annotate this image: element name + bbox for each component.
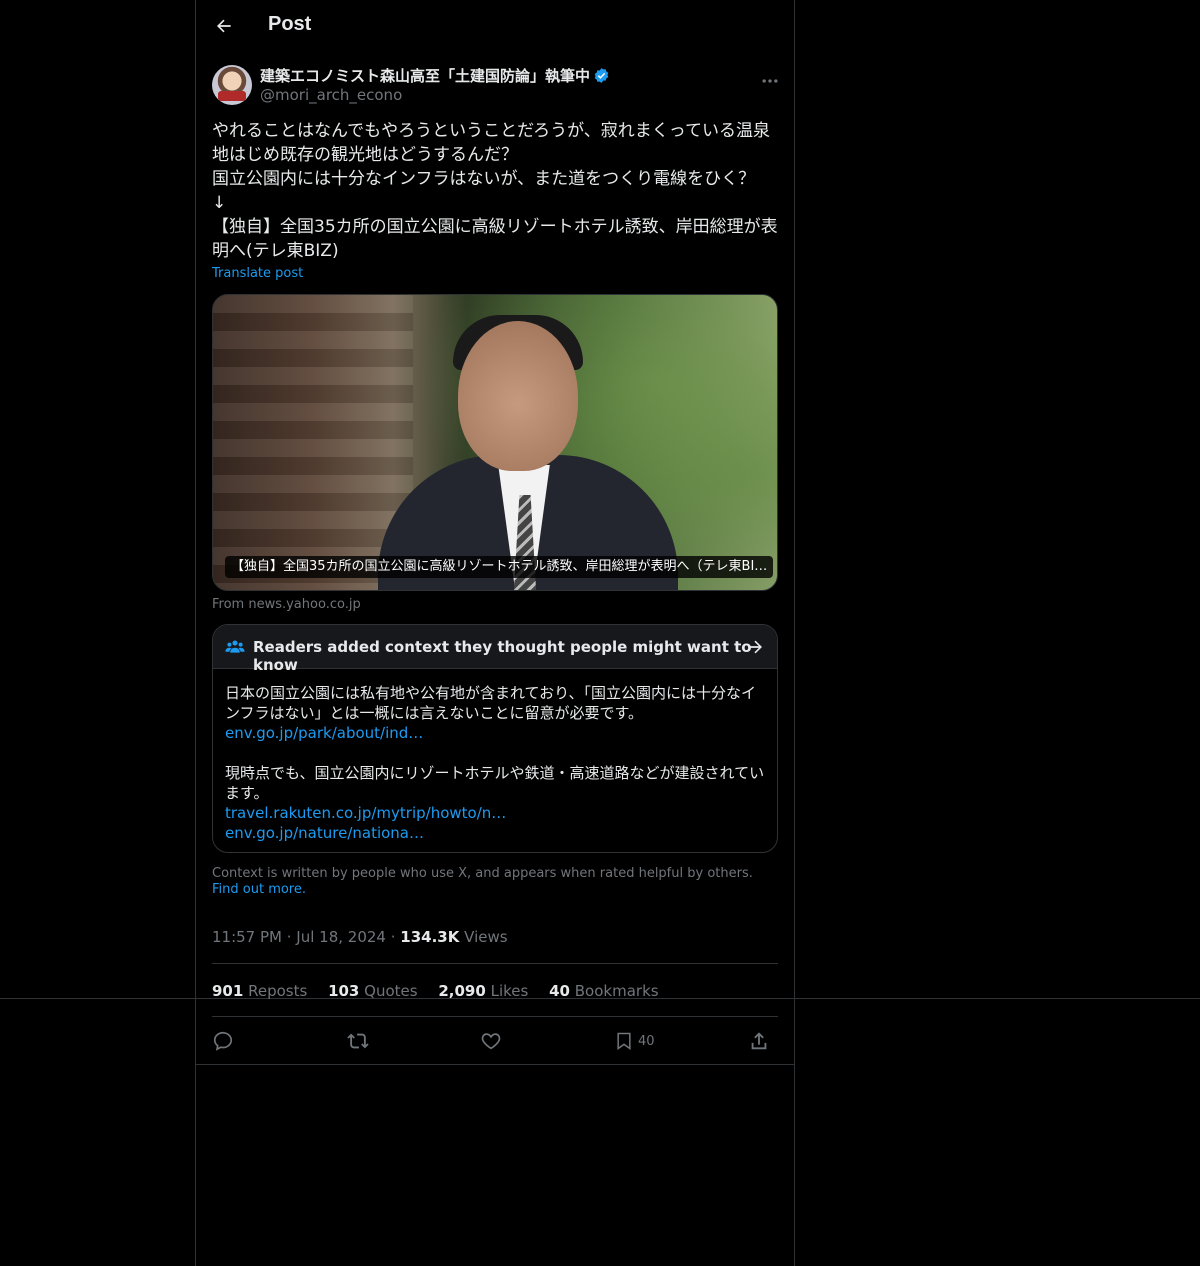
post-header: Post [196,0,794,53]
like-icon [481,1033,501,1050]
note-link[interactable]: travel.rakuten.co.jp/mytrip/howto/n… [225,803,767,823]
action-bar: 40 [212,1027,778,1055]
views-count: 134.3K [400,928,460,946]
context-footer: Context is written by people who use X, … [212,866,778,898]
share-icon [751,1032,767,1050]
note-paragraph: 日本の国立公園には私有地や公有地が含まれており、「国立公園内には十分なインフラは… [225,684,757,722]
share-button[interactable] [748,1027,778,1055]
avatar[interactable] [212,65,252,105]
community-notes-icon [225,640,245,653]
find-out-more-link[interactable]: Find out more. [212,882,306,897]
link-card-caption: 【独自】全国35カ所の国立公園に高級リゾートホテル誘致、岸田総理が表明へ（テレ東… [225,556,774,578]
reply-button[interactable] [212,1027,242,1055]
verified-badge-icon[interactable] [593,67,610,84]
community-note-body: 日本の国立公園には私有地や公有地が含まれており、「国立公園内には十分なインフラは… [225,683,767,843]
repost-button[interactable] [346,1027,376,1055]
likes-stat[interactable]: 2,090 Likes [438,982,528,1000]
views-label: Views [464,928,508,946]
community-note-title: Readers added context they thought peopl… [253,638,752,674]
note-link[interactable]: env.go.jp/nature/nationa… [225,823,767,843]
bookmark-button[interactable]: 40 [614,1027,664,1055]
author-handle[interactable]: @mori_arch_econo [260,86,402,104]
community-note-header[interactable]: Readers added context they thought peopl… [213,625,777,674]
bookmark-icon [617,1032,631,1050]
divider [212,963,778,964]
arrow-right-icon[interactable] [745,637,765,657]
author-row: 建築エコノミスト森山高至「土建国防論」執筆中 @mori_arch_econo [212,65,778,107]
author-display-name[interactable]: 建築エコノミスト森山高至「土建国防論」執筆中 [260,65,590,86]
more-icon[interactable] [760,71,780,91]
back-button[interactable] [212,14,236,38]
divider [212,1016,778,1017]
back-arrow-icon [217,19,231,33]
context-text: Context is written by people who use X, … [212,866,753,881]
post-column: Post 建築エコノミスト森山高至「土建国防論」執筆中 @mori_arch_e… [195,0,795,1266]
bookmarks-stat[interactable]: 40 Bookmarks [549,982,658,1000]
translate-post-link[interactable]: Translate post [212,266,303,281]
note-paragraph: 現時点でも、国立公園内にリゾートホテルや鉄道・高速道路などが建設されています。 [225,764,765,802]
note-link[interactable]: env.go.jp/park/about/ind… [225,723,767,743]
like-button[interactable] [480,1027,510,1055]
link-source[interactable]: From news.yahoo.co.jp [212,597,361,612]
divider [196,1064,794,1065]
page-title: Post [268,13,312,35]
post-time[interactable]: 11:57 PM [212,928,282,946]
bookmark-count: 40 [638,1033,655,1049]
repost-icon [347,1033,369,1049]
reposts-stat[interactable]: 901 Reposts [212,982,307,1000]
post-date[interactable]: Jul 18, 2024 [296,928,386,946]
tweet-text: やれることはなんでもやろうということだろうが、寂れまくっている温泉 地はじめ既存… [212,121,778,261]
post-meta: 11:57 PM · Jul 18, 2024 · 134.3K Views [212,928,508,946]
community-note: Readers added context they thought peopl… [212,624,778,853]
link-card-image[interactable]: 【独自】全国35カ所の国立公園に高級リゾートホテル誘致、岸田総理が表明へ（テレ東… [212,294,778,591]
quotes-stat[interactable]: 103 Quotes [328,982,418,1000]
reply-icon [213,1031,233,1051]
engagement-stats: 901 Reposts 103 Quotes 2,090 Likes 40 Bo… [212,982,675,1000]
